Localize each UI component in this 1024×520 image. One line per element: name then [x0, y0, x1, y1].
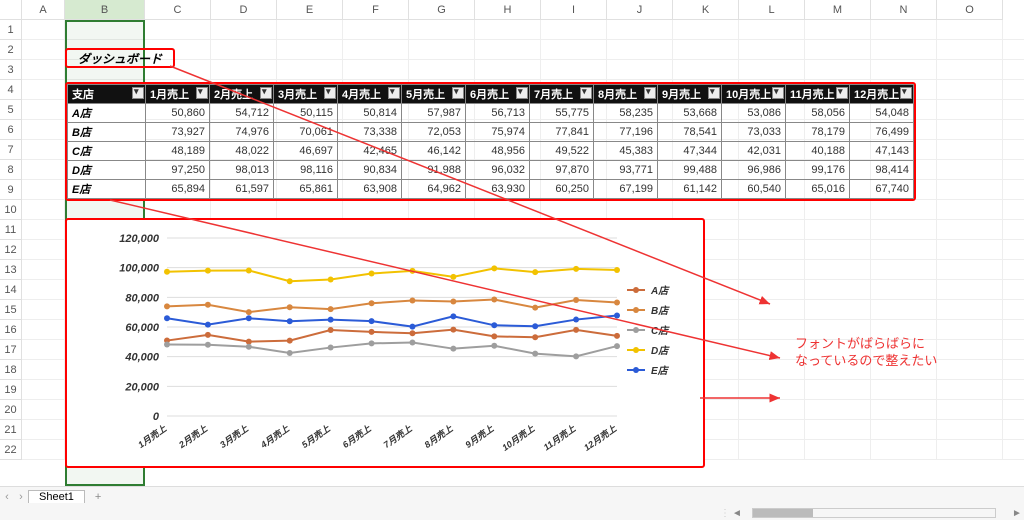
- svg-text:A店: A店: [650, 285, 670, 297]
- table-row: D店97,25098,01398,11690,83491,98896,03297…: [68, 161, 914, 180]
- svg-text:3月売上: 3月売上: [218, 423, 251, 450]
- svg-text:80,000: 80,000: [125, 292, 160, 304]
- svg-text:8月売上: 8月売上: [423, 423, 456, 450]
- table-row: E店65,89461,59765,86163,90864,96263,93060…: [68, 180, 914, 199]
- svg-text:40,000: 40,000: [124, 352, 160, 364]
- svg-text:4月売上: 4月売上: [258, 423, 292, 451]
- svg-text:60,000: 60,000: [125, 322, 160, 334]
- filter-dropdown-icon[interactable]: [196, 87, 208, 99]
- filter-dropdown-icon[interactable]: [516, 87, 528, 99]
- add-sheet-button[interactable]: +: [85, 491, 111, 503]
- svg-text:E店: E店: [651, 365, 670, 377]
- svg-text:9月売上: 9月売上: [463, 423, 496, 450]
- filter-dropdown-icon[interactable]: [836, 87, 848, 99]
- svg-text:11月売上: 11月売上: [542, 423, 578, 453]
- tab-prev-icon[interactable]: ‹: [0, 491, 14, 503]
- column-headers[interactable]: ABCDEFGHIJKLMNO: [0, 0, 1024, 20]
- table-row: C店48,18948,02246,69742,46546,14248,95649…: [68, 142, 914, 161]
- horizontal-scrollbar[interactable]: ⋮ ◄ ►: [0, 506, 1024, 520]
- tab-next-icon[interactable]: ›: [14, 491, 28, 503]
- sheet-tab-bar[interactable]: ‹ › Sheet1 +: [0, 486, 1024, 506]
- svg-text:5月売上: 5月売上: [300, 423, 333, 450]
- scroll-left-icon[interactable]: ◄: [730, 508, 744, 519]
- table-row: B店73,92774,97670,06173,33872,05375,97477…: [68, 123, 914, 142]
- filter-dropdown-icon[interactable]: [644, 87, 656, 99]
- svg-text:12月売上: 12月売上: [582, 423, 619, 453]
- sales-table: 支店1月売上2月売上3月売上4月売上5月売上6月売上7月売上8月売上9月売上10…: [65, 82, 916, 201]
- scroll-track[interactable]: [752, 508, 996, 518]
- filter-dropdown-icon[interactable]: [324, 87, 336, 99]
- scroll-right-icon[interactable]: ►: [1010, 508, 1024, 519]
- svg-text:1月売上: 1月売上: [136, 423, 169, 450]
- filter-dropdown-icon[interactable]: [260, 87, 272, 99]
- svg-text:10月売上: 10月売上: [500, 423, 537, 453]
- svg-text:120,000: 120,000: [119, 233, 160, 245]
- scroll-thumb[interactable]: [753, 509, 813, 517]
- svg-text:20,000: 20,000: [124, 381, 160, 393]
- filter-dropdown-icon[interactable]: [772, 87, 784, 99]
- svg-text:D店: D店: [651, 345, 670, 357]
- svg-text:0: 0: [153, 411, 160, 423]
- svg-text:100,000: 100,000: [119, 263, 160, 275]
- dashboard-title: ダッシュボード: [65, 48, 175, 68]
- sales-line-chart: 0 20,000 40,000 60,000 80,000 100,000 120,000 1…: [65, 218, 705, 468]
- filter-dropdown-icon[interactable]: [580, 87, 592, 99]
- table-row: A店50,86054,71250,11550,81457,98756,71355…: [68, 104, 914, 123]
- filter-dropdown-icon[interactable]: [132, 87, 144, 99]
- svg-text:6月売上: 6月売上: [341, 423, 374, 450]
- sheet-tab[interactable]: Sheet1: [28, 490, 85, 503]
- svg-text:C店: C店: [651, 325, 670, 337]
- filter-dropdown-icon[interactable]: [900, 87, 912, 99]
- split-handle-icon[interactable]: ⋮: [720, 508, 730, 519]
- svg-text:7月売上: 7月売上: [382, 423, 415, 450]
- filter-dropdown-icon[interactable]: [708, 87, 720, 99]
- filter-dropdown-icon[interactable]: [452, 87, 464, 99]
- svg-text:B店: B店: [651, 305, 670, 317]
- svg-text:2月売上: 2月売上: [176, 423, 210, 451]
- annotation-text: フォントがばらばらに なっているので整えたい: [795, 336, 937, 370]
- filter-dropdown-icon[interactable]: [388, 87, 400, 99]
- row-headers[interactable]: 12345678910111213141516171819202122: [0, 20, 22, 460]
